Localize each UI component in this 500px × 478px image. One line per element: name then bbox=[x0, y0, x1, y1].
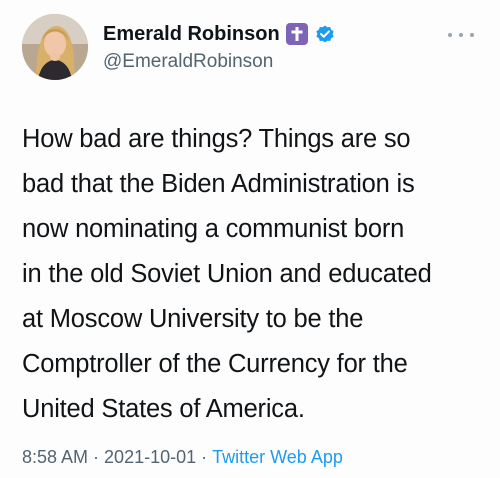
tweet-text: How bad are things? Things are so bad th… bbox=[22, 117, 487, 432]
tweet-card: Emerald Robinson @EmeraldRobinson How ba… bbox=[0, 0, 500, 478]
meta-separator: · bbox=[201, 447, 208, 467]
avatar[interactable] bbox=[22, 14, 88, 80]
more-dot bbox=[459, 33, 463, 37]
tweet-text-line: now nominating a communist born bbox=[22, 215, 405, 243]
tweet-text-line: Comptroller of the Currency for the bbox=[22, 350, 408, 378]
tweet-meta: 8:58 AM · 2021-10-01 · Twitter Web App bbox=[22, 447, 343, 468]
cross-icon bbox=[285, 23, 308, 45]
tweet-text-line: at Moscow University to be the bbox=[22, 305, 364, 333]
meta-separator: · bbox=[93, 447, 100, 467]
verified-icon bbox=[314, 23, 336, 45]
author-row: Emerald Robinson bbox=[103, 20, 336, 48]
more-icon[interactable] bbox=[448, 30, 474, 40]
more-dot bbox=[448, 33, 452, 37]
tweet-time[interactable]: 8:58 AM bbox=[22, 447, 88, 468]
tweet-date[interactable]: 2021-10-01 bbox=[104, 447, 196, 468]
tweet-text-line: bad that the Biden Administration is bbox=[22, 170, 415, 198]
avatar-image bbox=[22, 14, 88, 80]
more-dot bbox=[470, 33, 474, 37]
tweet-text-line: in the old Soviet Union and educated bbox=[22, 260, 432, 288]
tweet-text-line: How bad are things? Things are so bbox=[22, 125, 411, 153]
display-name[interactable]: Emerald Robinson bbox=[103, 23, 280, 46]
handle[interactable]: @EmeraldRobinson bbox=[103, 51, 273, 73]
tweet-text-line: United States of America. bbox=[22, 395, 305, 423]
tweet-source-link[interactable]: Twitter Web App bbox=[212, 447, 343, 468]
